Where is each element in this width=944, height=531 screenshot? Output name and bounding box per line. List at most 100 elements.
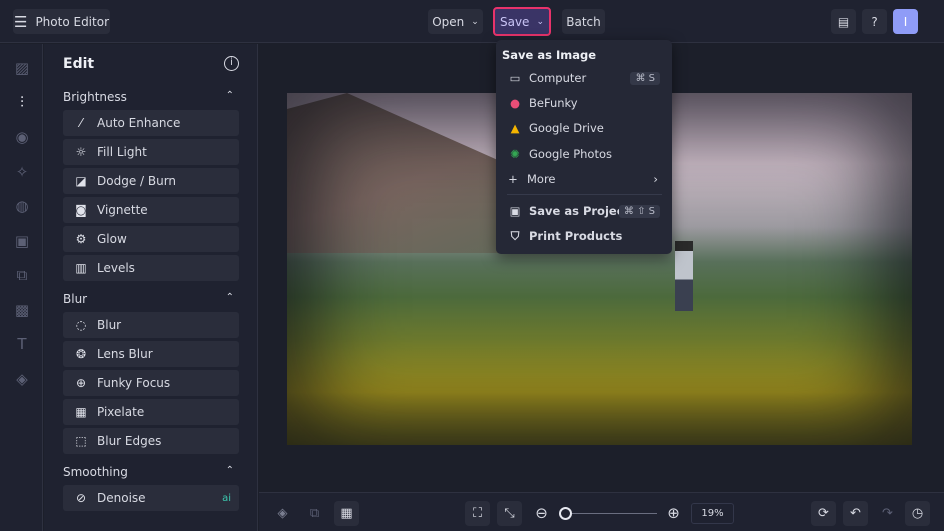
zoom-level-field[interactable]: 19% (691, 503, 734, 524)
item-fill-light[interactable]: ☼ Fill Light (63, 139, 239, 165)
section-label: Brightness (63, 90, 127, 104)
zoom-in-icon[interactable]: ⊕ (661, 501, 686, 526)
menu-label: Computer (529, 71, 587, 85)
item-label: Pixelate (97, 405, 145, 419)
zoom-out-icon[interactable]: ⊖ (529, 501, 554, 526)
denoise-icon: ⊘ (75, 491, 87, 505)
edit-panel: Edit i Brightness ⌃ ⁄ Auto Enhance ☼ Fill L… (44, 44, 258, 531)
batch-label: Batch (566, 14, 601, 29)
comment-icon[interactable]: ▤ (831, 9, 856, 34)
droplet-icon: ◌ (75, 318, 87, 332)
aperture-icon: ❂ (75, 347, 87, 361)
menu-label: Google Drive (529, 121, 604, 135)
avatar[interactable]: I (893, 9, 918, 34)
zoom-slider[interactable] (558, 507, 657, 520)
google-photos-icon: ✺ (510, 147, 520, 161)
save-button[interactable]: Save ⌄ (493, 7, 551, 36)
layers-icon[interactable]: ◈ (270, 501, 295, 526)
item-funky-focus[interactable]: ⊕ Funky Focus (63, 370, 239, 396)
vignette-icon: ◙ (75, 203, 87, 217)
actual-size-icon[interactable]: ⤡ (497, 501, 522, 526)
fit-screen-icon[interactable]: ⛶ (465, 501, 490, 526)
section-blur[interactable]: Blur ⌃ (63, 292, 239, 306)
palette-icon[interactable]: ◍ (13, 197, 31, 215)
image-icon[interactable]: ▨ (13, 59, 31, 77)
eye-icon[interactable]: ◉ (13, 128, 31, 146)
item-auto-enhance[interactable]: ⁄ Auto Enhance (63, 110, 239, 136)
batch-button[interactable]: Batch (562, 9, 605, 34)
frame-icon[interactable]: ▣ (13, 232, 31, 250)
section-label: Smoothing (63, 465, 128, 479)
item-label: Blur Edges (97, 434, 162, 448)
item-label: Dodge / Burn (97, 174, 177, 188)
chevron-up-icon: ⌃ (225, 90, 234, 101)
menu-item-befunky[interactable]: ● BeFunky (496, 92, 672, 114)
menu-item-more[interactable]: + More › (496, 168, 672, 190)
section-brightness[interactable]: Brightness ⌃ (63, 90, 239, 104)
save-label: Save (499, 14, 530, 29)
grid-view-icon[interactable]: ▦ (334, 501, 359, 526)
menu-item-computer[interactable]: ▭ Computer ⌘ S (496, 67, 672, 89)
item-label: Auto Enhance (97, 116, 181, 130)
menu-item-save-project[interactable]: ▣ Save as Project ⌘ ⇧ S (496, 200, 672, 222)
shapes-icon[interactable]: ⧉ (13, 266, 31, 284)
blur-edges-icon: ⬚ (75, 434, 87, 448)
refresh-icon[interactable]: ⟳ (811, 501, 836, 526)
help-icon[interactable]: ? (862, 9, 887, 34)
sliders-icon[interactable]: ⫶ (13, 93, 31, 111)
focus-icon: ⊕ (75, 376, 87, 390)
info-icon[interactable]: i (224, 56, 239, 71)
tshirt-icon: ⛉ (510, 228, 520, 243)
section-smoothing[interactable]: Smoothing ⌃ (63, 465, 239, 479)
menu-divider (507, 194, 662, 195)
grid-icon: ▦ (75, 405, 87, 419)
open-button[interactable]: Open ⌄ (428, 9, 483, 34)
item-pixelate[interactable]: ▦ Pixelate (63, 399, 239, 425)
text-icon[interactable]: T (13, 335, 31, 353)
plus-icon: + (508, 172, 518, 186)
menu-item-google-drive[interactable]: ▲ Google Drive (496, 117, 672, 139)
item-denoise[interactable]: ⊘ Denoise ai (63, 485, 239, 511)
zoom-slider-thumb[interactable] (558, 507, 572, 520)
hamburger-icon: ☰ (13, 12, 28, 31)
sparkle-icon[interactable]: ✧ (13, 163, 31, 181)
lightbulb-icon: ☼ (75, 145, 87, 159)
redo-icon[interactable]: ↷ (875, 501, 900, 526)
duplicate-icon[interactable]: ⧉ (302, 501, 327, 526)
item-label: Glow (97, 232, 127, 246)
ai-badge-icon: ai (222, 492, 231, 504)
magic-wand-icon: ⁄ (79, 116, 82, 130)
zoom-level: 19% (701, 508, 724, 519)
overlay-icon[interactable]: ◈ (13, 370, 31, 388)
item-label: Levels (97, 261, 135, 275)
menu-item-print-products[interactable]: ⛉ Print Products (496, 225, 672, 247)
avatar-initial: I (903, 14, 908, 29)
bottom-toolbar: ◈ ⧉ ▦ ⛶ ⤡ ⊖ ⊕ 19% ⟳ ↶ ↷ ◷ (259, 492, 944, 531)
open-label: Open (432, 14, 465, 29)
menu-label: Google Photos (529, 147, 613, 161)
texture-icon[interactable]: ▩ (13, 301, 31, 319)
befunky-icon: ● (509, 96, 521, 110)
menu-item-google-photos[interactable]: ✺ Google Photos (496, 143, 672, 165)
chevron-down-icon: ⌄ (471, 16, 479, 27)
item-dodge-burn[interactable]: ◪ Dodge / Burn (63, 168, 239, 194)
history-icon[interactable]: ◷ (905, 501, 930, 526)
dodge-burn-icon: ◪ (75, 174, 87, 188)
item-blur-edges[interactable]: ⬚ Blur Edges (63, 428, 239, 454)
item-lens-blur[interactable]: ❂ Lens Blur (63, 341, 239, 367)
chevron-up-icon: ⌃ (225, 292, 234, 303)
item-label: Funky Focus (97, 376, 171, 390)
google-drive-icon: ▲ (510, 121, 520, 135)
app-menu-button[interactable]: ☰ Photo Editor (13, 9, 110, 34)
item-blur[interactable]: ◌ Blur (63, 312, 239, 338)
item-levels[interactable]: ▥ Levels (63, 255, 239, 281)
glow-icon: ⚙ (75, 232, 87, 246)
top-bar: ☰ Photo Editor Open ⌄ Save ⌄ Batch ▤ ? I (0, 0, 944, 43)
undo-icon[interactable]: ↶ (843, 501, 868, 526)
briefcase-icon: ▣ (509, 204, 521, 218)
shortcut-badge: ⌘ S (630, 71, 660, 85)
item-vignette[interactable]: ◙ Vignette (63, 197, 239, 223)
item-label: Fill Light (97, 145, 147, 159)
section-label: Blur (63, 292, 88, 306)
item-glow[interactable]: ⚙ Glow (63, 226, 239, 252)
